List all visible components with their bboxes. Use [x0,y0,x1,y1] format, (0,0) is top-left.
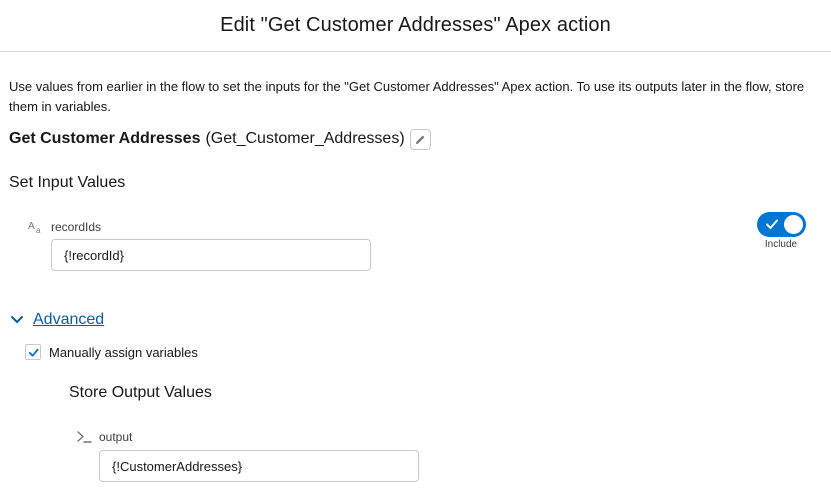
intro-text: Use values from earlier in the flow to s… [9,79,805,114]
manual-assign-label: Manually assign variables [49,344,198,360]
advanced-section-toggle[interactable]: Advanced [9,311,104,329]
check-icon [765,219,778,229]
recordids-input[interactable] [51,239,371,271]
output-param-output: output [76,429,132,445]
check-icon [28,348,39,357]
set-input-values-heading: Set Input Values [9,174,126,191]
modal-title: Edit "Get Customer Addresses" Apex actio… [220,14,611,36]
include-toggle[interactable] [756,212,806,237]
svg-text:a: a [36,226,41,234]
include-label: Include [764,239,798,250]
output-variable-input[interactable] [99,450,419,482]
chevron-down-icon [9,312,25,328]
svg-text:A: A [28,221,35,232]
output-param-label: output [99,430,133,444]
input-param-label: recordIds [51,220,102,234]
prompt-icon [76,429,92,445]
action-name-row: Get Customer Addresses (Get_Customer_Add… [9,128,431,150]
edit-action-button[interactable] [409,128,431,150]
manual-assign-row: Manually assign variables [25,344,198,360]
manual-assign-checkbox[interactable] [25,344,41,360]
action-api-name: (Get_Customer_Addresses) [205,130,405,147]
action-label: Get Customer Addresses [9,130,201,147]
toggle-knob [783,215,803,234]
include-toggle-group: Include [756,212,806,250]
text-type-icon: A a [28,219,44,235]
store-output-values-heading: Store Output Values [69,384,212,401]
advanced-link[interactable]: Advanced [33,311,104,329]
pencil-icon [415,135,425,144]
input-param-recordids: A a recordIds [28,219,101,235]
modal-header: Edit "Get Customer Addresses" Apex actio… [0,0,831,52]
